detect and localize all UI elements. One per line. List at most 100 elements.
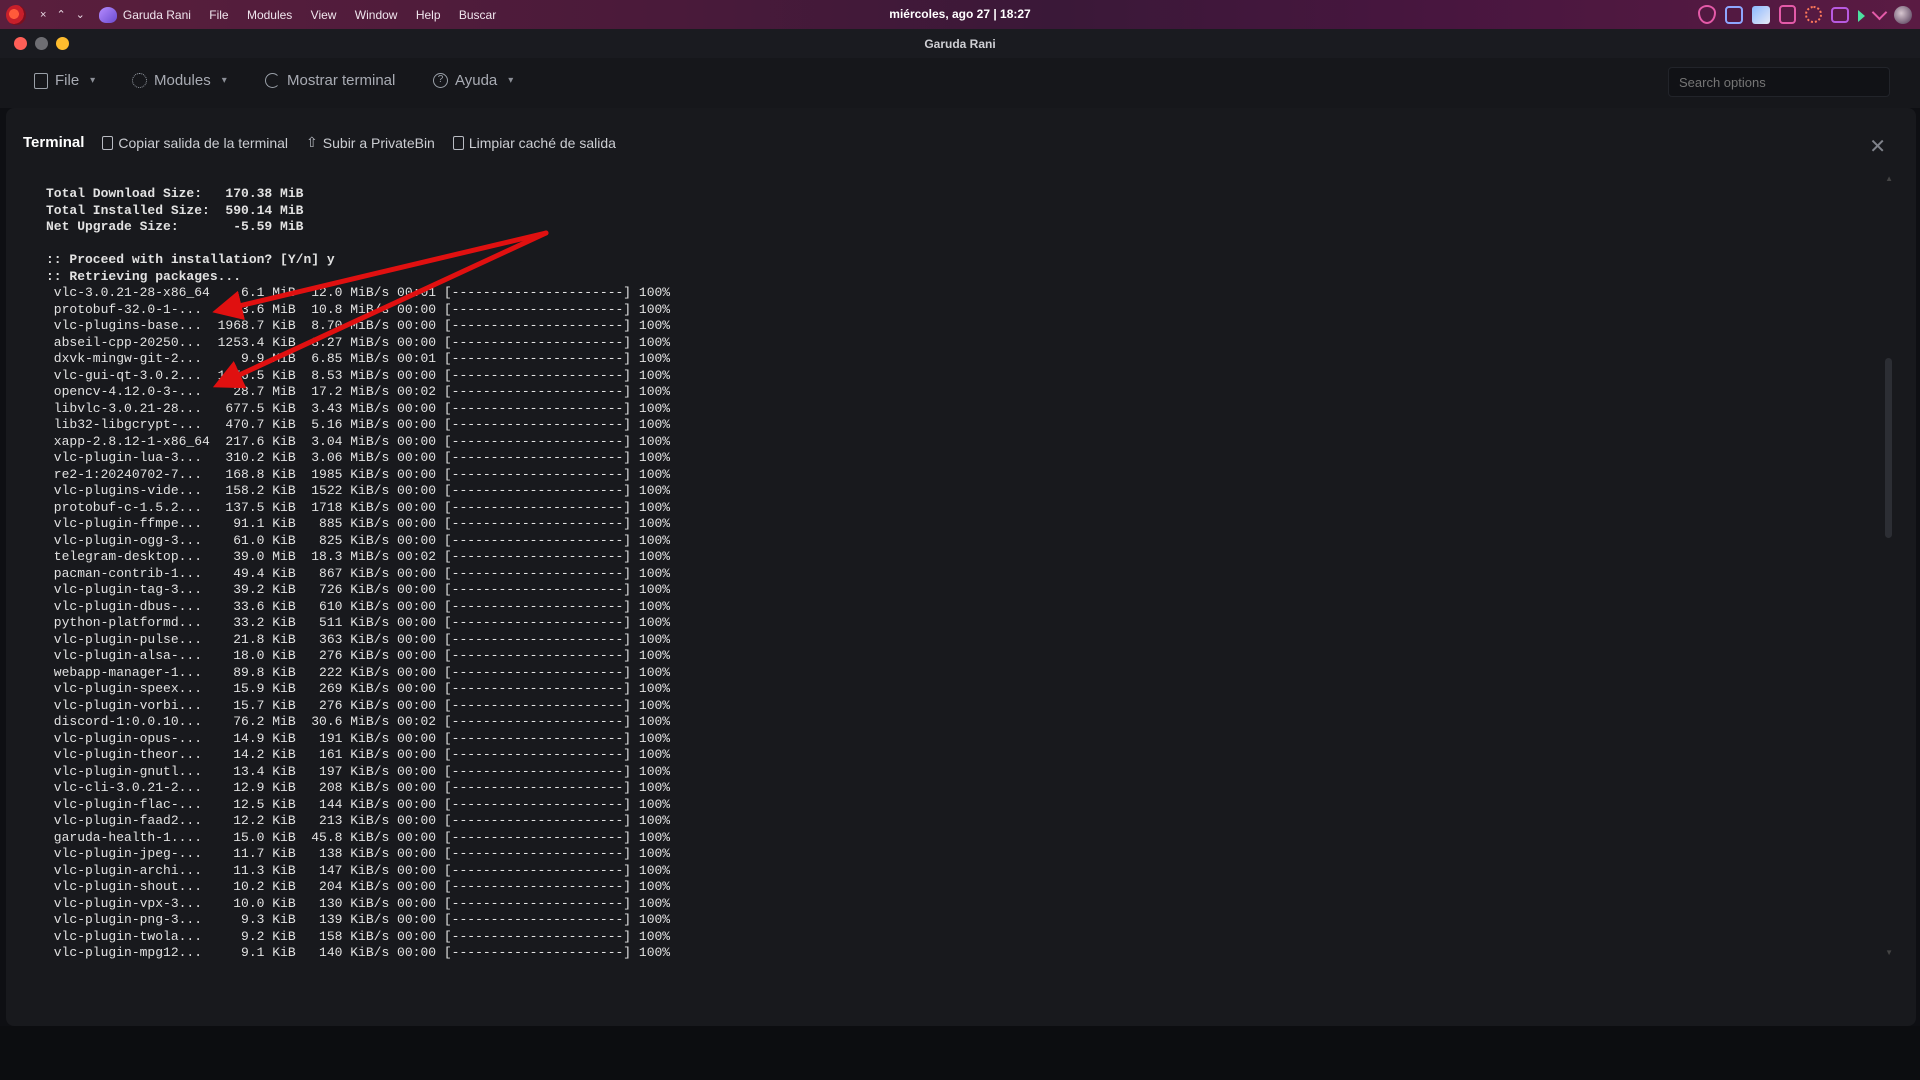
avatar[interactable]	[1894, 5, 1912, 24]
top-panel: × ⌃ ⌄ Garuda Rani File Modules View Wind…	[0, 0, 1920, 29]
panel-menu-file[interactable]: File	[209, 8, 228, 22]
copy-output-label: Copiar salida de la terminal	[118, 134, 289, 151]
terminal-scrollbar[interactable]	[1885, 358, 1892, 538]
help-menu-button[interactable]: ? Ayuda ▾	[433, 72, 513, 89]
terminal-line: vlc-plugin-alsa-... 18.0 KiB 276 KiB/s 0…	[46, 648, 671, 663]
terminal-line: vlc-plugins-base... 1968.7 KiB 8.70 MiB/…	[46, 318, 671, 333]
terminal-line: protobuf-32.0-1-... 3.6 MiB 10.8 MiB/s 0…	[46, 301, 671, 317]
terminal-line: vlc-plugin-dbus-... 33.6 KiB 610 KiB/s 0…	[46, 598, 671, 614]
terminal-line: :: Proceed with installation? [Y/n] y	[46, 252, 335, 267]
terminal-line: vlc-plugin-lua-3... 310.2 KiB 3.06 MiB/s…	[46, 450, 671, 465]
panel-clock[interactable]: miércoles, ago 27 | 18:27	[889, 7, 1030, 21]
close-icon[interactable]: ✕	[1869, 134, 1886, 159]
terminal-output[interactable]: Total Download Size: 170.38 MiB Total Ins…	[46, 186, 670, 962]
chevron-down-icon: ▾	[90, 75, 96, 86]
window-titlebar[interactable]: Garuda Rani	[0, 29, 1920, 58]
refresh-icon	[265, 73, 280, 88]
panel-down-control[interactable]: ⌄	[76, 8, 85, 21]
upload-privatebin-button[interactable]: ⇧ Subir a PrivateBin	[306, 134, 435, 151]
shield-icon[interactable]	[1698, 5, 1716, 24]
terminal-line: Net Upgrade Size: -5.59 MiB	[46, 219, 304, 234]
terminal-line: vlc-plugin-jpeg-... 11.7 KiB 138 KiB/s 0…	[46, 846, 671, 861]
terminal-line: discord-1:0.0.10... 76.2 MiB 30.6 MiB/s …	[46, 714, 671, 729]
clear-cache-label: Limpiar caché de salida	[468, 134, 616, 151]
gear-icon	[132, 73, 147, 88]
upload-privatebin-label: Subir a PrivateBin	[322, 134, 435, 151]
terminal-line: garuda-health-1.... 15.0 KiB 45.8 KiB/s …	[46, 829, 671, 845]
terminal-line: vlc-gui-qt-3.0.2... 1256.5 KiB 8.53 MiB/…	[46, 367, 671, 383]
terminal-line: vlc-plugin-archi... 11.3 KiB 147 KiB/s 0…	[46, 862, 671, 878]
terminal-line: vlc-plugin-gnutl... 13.4 KiB 197 KiB/s 0…	[46, 763, 671, 779]
clipboard-icon	[452, 135, 464, 150]
terminal-line: pacman-contrib-1... 49.4 KiB 867 KiB/s 0…	[46, 565, 671, 581]
file-menu-button[interactable]: File ▾	[34, 72, 95, 89]
terminal-line: lib32-libgcrypt-... 470.7 KiB 5.16 MiB/s…	[46, 417, 671, 432]
terminal-line: vlc-plugin-tag-3... 39.2 KiB 726 KiB/s 0…	[46, 582, 671, 597]
terminal-title: Terminal	[23, 134, 85, 151]
panel-menu-modules[interactable]: Modules	[247, 8, 292, 22]
terminal-line: vlc-plugin-ogg-3... 61.0 KiB 825 KiB/s 0…	[46, 532, 671, 548]
volume-icon[interactable]	[1858, 10, 1865, 22]
terminal-line: xapp-2.8.12-1-x86_64 217.6 KiB 3.04 MiB/…	[46, 433, 671, 449]
panel-app-name[interactable]: Garuda Rani	[123, 8, 191, 22]
panel-menu-help[interactable]: Help	[416, 8, 441, 22]
system-tray	[1698, 4, 1912, 24]
terminal-line: vlc-plugin-theor... 14.2 KiB 161 KiB/s 0…	[46, 747, 671, 762]
terminal-line: webapp-manager-1... 89.8 KiB 222 KiB/s 0…	[46, 664, 671, 680]
clipboard-icon[interactable]	[1779, 5, 1796, 24]
terminal-line: vlc-plugin-faad2... 12.2 KiB 213 KiB/s 0…	[46, 813, 671, 828]
terminal-line: abseil-cpp-20250... 1253.4 KiB 8.27 MiB/…	[46, 334, 671, 350]
bug-icon[interactable]	[1805, 6, 1822, 23]
terminal-line: vlc-plugin-flac-... 12.5 KiB 144 KiB/s 0…	[46, 796, 671, 812]
panel-menu-buscar[interactable]: Buscar	[459, 8, 496, 22]
clear-cache-button[interactable]: Limpiar caché de salida	[452, 134, 616, 151]
terminal-line: vlc-plugin-vpx-3... 10.0 KiB 130 KiB/s 0…	[46, 895, 671, 911]
terminal-line: vlc-plugin-png-3... 9.3 KiB 139 KiB/s 00…	[46, 912, 671, 927]
terminal-line: vlc-plugin-mpg12... 9.1 KiB 140 KiB/s 00…	[46, 945, 671, 960]
terminal-panel: Terminal Copiar salida de la terminal ⇧ …	[6, 108, 1916, 1026]
file-icon	[34, 72, 48, 89]
terminal-line: vlc-3.0.21-28-x86_64 6.1 MiB 12.0 MiB/s …	[46, 285, 671, 300]
telegram-icon[interactable]	[1752, 5, 1770, 24]
display-icon[interactable]	[1831, 6, 1849, 23]
panel-menu-window[interactable]: Window	[355, 8, 398, 22]
file-menu-label: File	[55, 72, 80, 89]
copy-icon	[102, 135, 114, 150]
app-toolbar: File ▾ Modules ▾ Mostrar terminal ? Ayud…	[0, 58, 1920, 108]
terminal-line: vlc-plugin-ffmpe... 91.1 KiB 885 KiB/s 0…	[46, 516, 671, 531]
panel-menu-view[interactable]: View	[311, 8, 337, 22]
terminal-line: protobuf-c-1.5.2... 137.5 KiB 1718 KiB/s…	[46, 499, 671, 515]
garuda-logo-icon[interactable]	[6, 4, 26, 25]
scroll-down-icon[interactable]: ▼	[1885, 948, 1893, 957]
terminal-header: Terminal Copiar salida de la terminal ⇧ …	[23, 134, 616, 151]
terminal-line: vlc-plugin-pulse... 21.8 KiB 363 KiB/s 0…	[46, 631, 671, 647]
modules-menu-label: Modules	[154, 72, 211, 89]
panel-up-control[interactable]: ⌃	[56, 8, 65, 21]
window-title: Garuda Rani	[924, 37, 996, 51]
garuda-rani-app-icon	[98, 6, 117, 23]
show-terminal-label: Mostrar terminal	[287, 72, 396, 89]
copy-output-button[interactable]: Copiar salida de la terminal	[102, 135, 288, 151]
search-options-input[interactable]	[1668, 67, 1890, 97]
terminal-line: libvlc-3.0.21-28... 677.5 KiB 3.43 MiB/s…	[46, 400, 671, 416]
scroll-up-icon[interactable]: ▲	[1885, 174, 1893, 183]
help-menu-label: Ayuda	[455, 72, 498, 89]
chevron-down-icon[interactable]	[1871, 4, 1888, 21]
terminal-line: vlc-plugin-opus-... 14.9 KiB 191 KiB/s 0…	[46, 730, 671, 746]
terminal-line: Total Installed Size: 590.14 MiB	[46, 202, 304, 218]
chevron-down-icon: ▾	[508, 75, 514, 86]
panel-close-control[interactable]: ×	[40, 9, 46, 21]
terminal-line: Total Download Size: 170.38 MiB	[46, 186, 304, 201]
global-menu: Garuda Rani File Modules View Window Hel…	[123, 8, 511, 22]
help-icon: ?	[433, 73, 448, 88]
modules-menu-button[interactable]: Modules ▾	[132, 72, 227, 89]
terminal-line: vlc-plugin-speex... 15.9 KiB 269 KiB/s 0…	[46, 681, 671, 696]
terminal-line: dxvk-mingw-git-2... 9.9 MiB 6.85 MiB/s 0…	[46, 351, 671, 366]
terminal-line: :: Retrieving packages...	[46, 268, 242, 284]
columns-icon[interactable]	[1725, 5, 1743, 24]
window-bottom-area	[0, 1026, 1920, 1080]
show-terminal-button[interactable]: Mostrar terminal	[265, 72, 395, 89]
terminal-line: telegram-desktop... 39.0 MiB 18.3 MiB/s …	[46, 549, 671, 564]
terminal-line: vlc-cli-3.0.21-2... 12.9 KiB 208 KiB/s 0…	[46, 780, 671, 795]
